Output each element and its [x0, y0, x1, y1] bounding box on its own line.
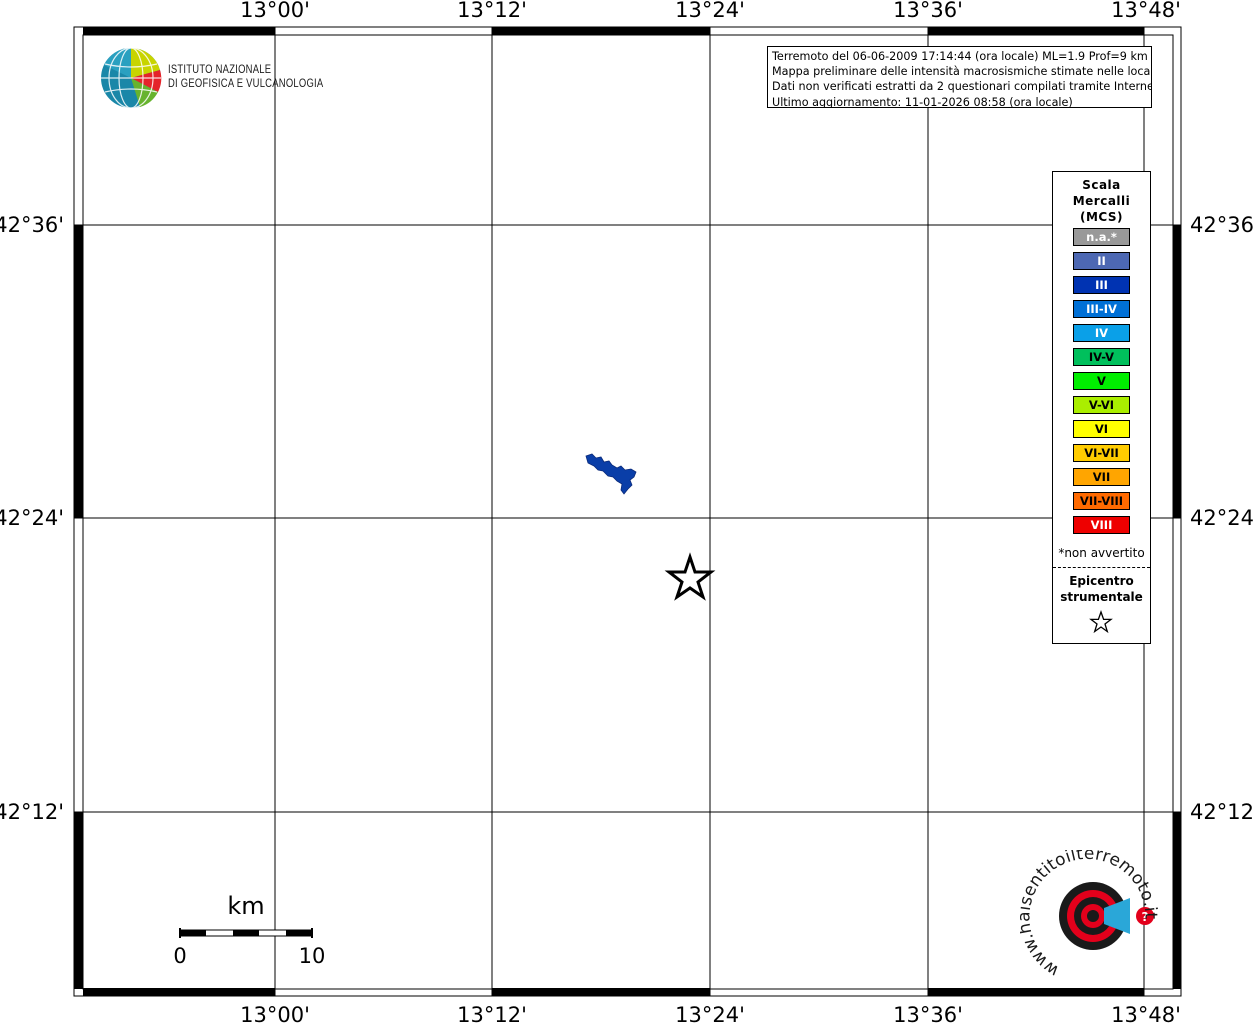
ingv-logo-text: ISTITUTO NAZIONALE DI GEOFISICA E VULCAN… [168, 63, 323, 91]
scale-bar-unit: km [227, 892, 264, 920]
haisentito-watermark: www.haisentitoilterremoto.it [1020, 850, 1160, 980]
legend-epicenter-label: Epicentro strumentale [1053, 573, 1150, 605]
legend-note: *non avvertito [1058, 546, 1145, 560]
legend-epicenter-line-2: strumentale [1060, 590, 1143, 604]
lat-label-right: 42°12' [1190, 800, 1254, 824]
lon-label-top: 13°00' [240, 0, 310, 22]
legend-swatch: VIII [1073, 516, 1130, 534]
legend-swatch: V-VI [1073, 396, 1130, 414]
legend-swatch: VI-VII [1073, 444, 1130, 462]
legend-title: Scala Mercalli (MCS) [1053, 177, 1150, 225]
legend-swatch: VII [1073, 468, 1130, 486]
lat-label-left: 42°36' [0, 213, 64, 237]
map-area [82, 34, 1174, 990]
event-info-line-3: Dati non verificati estratti da 2 questi… [772, 80, 1152, 94]
legend-swatch: V [1073, 372, 1130, 390]
event-info-line-1: Terremoto del 06-06-2009 17:14:44 (ora l… [772, 50, 1148, 63]
event-info-line-4: Ultimo aggiornamento: 11-01-2026 08:58 (… [772, 95, 1073, 108]
mcs-legend: Scala Mercalli (MCS) n.a.* II III III-IV IV I… [1052, 171, 1151, 644]
legend-title-line-1: Scala [1082, 178, 1121, 192]
legend-title-line-3: (MCS) [1079, 210, 1124, 224]
legend-swatch: II [1073, 252, 1130, 270]
svg-text:www.haisentitoilterremoto.it: www.haisentitoilterremoto.it [1020, 850, 1160, 980]
legend-epicenter-line-1: Epicentro [1069, 574, 1134, 588]
lon-label-bottom: 13°48' [1111, 1003, 1181, 1024]
lon-label-bottom: 13°12' [457, 1003, 527, 1024]
ingv-line-1: ISTITUTO NAZIONALE [168, 64, 272, 76]
lon-label-top: 13°24' [675, 0, 745, 22]
legend-swatch: IV-V [1073, 348, 1130, 366]
lat-label-left: 42°24' [0, 506, 64, 530]
ingv-globe-icon [101, 47, 162, 109]
lat-label-left: 42°12' [0, 800, 64, 824]
event-info-line-2: Mappa preliminare delle intensità macros… [772, 65, 1152, 79]
legend-swatch: III-IV [1073, 300, 1130, 318]
event-info-box: Terremoto del 06-06-2009 17:14:44 (ora l… [767, 46, 1152, 108]
legend-swatch: VI [1073, 420, 1130, 438]
scale-bar-start: 0 [173, 944, 186, 968]
legend-star-icon [1089, 610, 1113, 634]
scale-bar-end: 10 [299, 944, 326, 968]
lon-label-bottom: 13°36' [893, 1003, 963, 1024]
lon-label-bottom: 13°00' [240, 1003, 310, 1024]
legend-swatch: VII-VIII [1073, 492, 1130, 510]
lat-label-right: 42°36' [1190, 213, 1254, 237]
lon-label-top: 13°12' [457, 0, 527, 22]
lat-label-right: 42°24' [1190, 506, 1254, 530]
legend-divider [1053, 567, 1150, 568]
legend-title-line-2: Mercalli [1072, 194, 1131, 208]
watermark-text: www.haisentitoilterremoto.it [1020, 850, 1160, 980]
legend-swatch: n.a.* [1073, 228, 1130, 246]
legend-swatch: III [1073, 276, 1130, 294]
lon-label-top: 13°36' [893, 0, 963, 22]
lon-label-bottom: 13°24' [675, 1003, 745, 1024]
ingv-line-2: DI GEOFISICA E VULCANOLOGIA [168, 78, 324, 90]
legend-swatch: IV [1073, 324, 1130, 342]
lon-label-top: 13°48' [1111, 0, 1181, 22]
